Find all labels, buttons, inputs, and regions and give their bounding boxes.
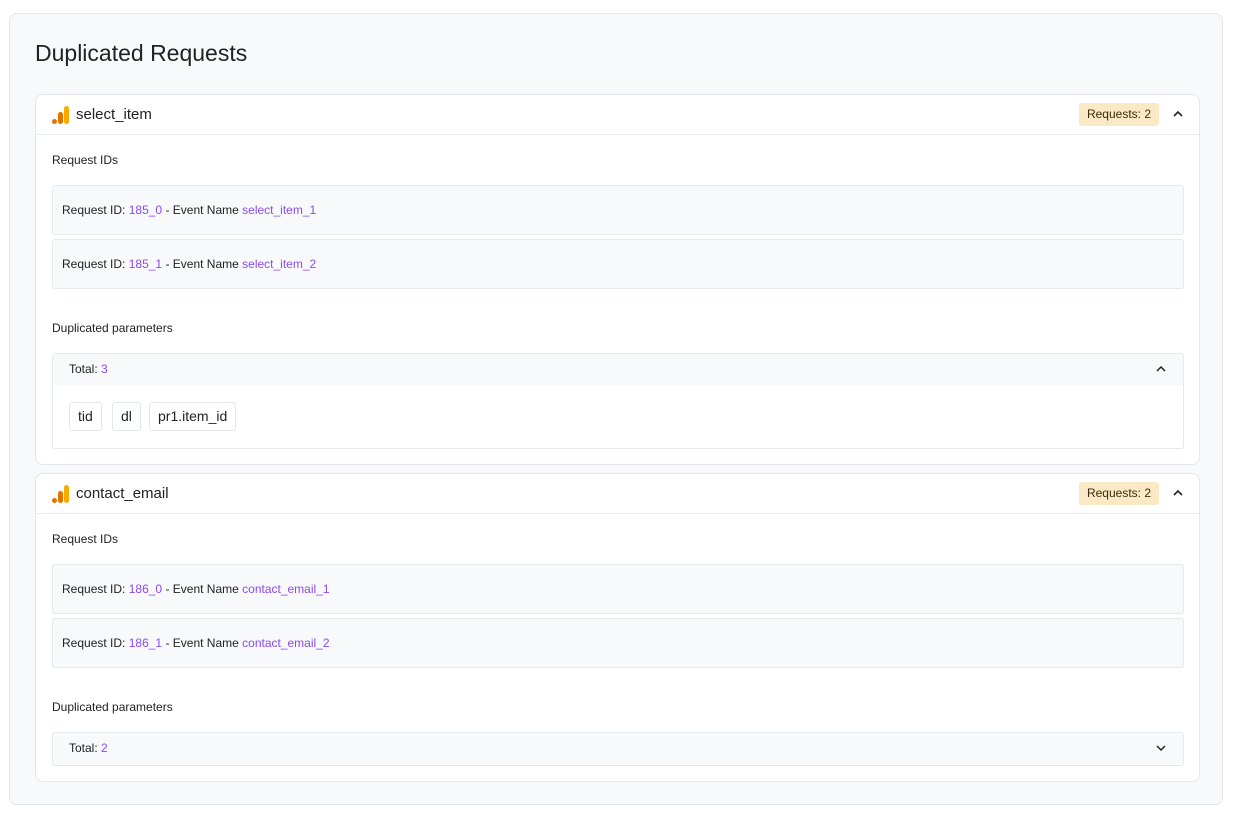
request-id-prefix: Request ID: <box>62 203 126 217</box>
chevron-up-icon[interactable] <box>1171 107 1185 121</box>
event-name-link[interactable]: contact_email_1 <box>242 582 329 596</box>
event-name-separator: - Event Name <box>165 636 239 650</box>
event-card-header[interactable]: select_item Requests: 2 <box>36 95 1199 135</box>
chevron-up-icon[interactable] <box>1155 363 1167 375</box>
request-id-prefix: Request ID: <box>62 582 126 596</box>
request-id-link[interactable]: 186_0 <box>129 582 162 596</box>
request-id-link[interactable]: 185_1 <box>129 257 162 271</box>
event-card-select-item: select_item Requests: 2 Request IDs Requ… <box>35 94 1200 465</box>
event-title: select_item <box>76 106 152 123</box>
params-total-header[interactable]: Total: 3 <box>53 354 1183 385</box>
event-card-header[interactable]: contact_email Requests: 2 <box>36 474 1199 514</box>
duplicated-parameters-box: Total: 2 <box>52 732 1184 766</box>
google-analytics-icon <box>52 106 69 124</box>
event-name-link[interactable]: select_item_1 <box>242 203 316 217</box>
total-label: Total: <box>69 362 98 376</box>
event-name-separator: - Event Name <box>165 257 239 271</box>
requests-count-badge: Requests: 2 <box>1078 103 1159 126</box>
request-ids-label: Request IDs <box>52 532 119 546</box>
event-name-link[interactable]: contact_email_2 <box>242 636 329 650</box>
chevron-down-icon[interactable] <box>1155 742 1167 754</box>
duplicated-parameters-label: Duplicated parameters <box>52 321 173 335</box>
request-ids-label: Request IDs <box>52 153 119 167</box>
param-chip: tid <box>69 402 102 431</box>
params-total-header[interactable]: Total: 2 <box>53 733 1183 764</box>
total-count: 3 <box>101 362 108 376</box>
duplicated-parameters-label: Duplicated parameters <box>52 700 173 714</box>
event-name-separator: - Event Name <box>165 582 239 596</box>
page-title: Duplicated Requests <box>35 40 248 66</box>
event-title: contact_email <box>76 485 169 502</box>
param-chip: pr1.item_id <box>149 402 237 431</box>
chevron-up-icon[interactable] <box>1171 486 1185 500</box>
request-id-link[interactable]: 185_0 <box>129 203 162 217</box>
duplicated-requests-panel: Duplicated Requests select_item Requests… <box>9 13 1223 805</box>
request-id-link[interactable]: 186_1 <box>129 636 162 650</box>
request-id-prefix: Request ID: <box>62 636 126 650</box>
duplicated-parameters-box: Total: 3 tid dl pr1.item_id <box>52 353 1184 449</box>
request-row: Request ID: 186_1 - Event Name contact_e… <box>52 618 1184 668</box>
event-name-separator: - Event Name <box>165 203 239 217</box>
google-analytics-icon <box>52 485 69 503</box>
requests-count-badge: Requests: 2 <box>1078 482 1159 505</box>
event-name-link[interactable]: select_item_2 <box>242 257 316 271</box>
param-chip: dl <box>112 402 141 431</box>
total-label: Total: <box>69 741 98 755</box>
event-card-contact-email: contact_email Requests: 2 Request IDs Re… <box>35 473 1200 782</box>
total-count: 2 <box>101 741 108 755</box>
request-row: Request ID: 185_0 - Event Name select_it… <box>52 185 1184 235</box>
request-id-prefix: Request ID: <box>62 257 126 271</box>
request-row: Request ID: 186_0 - Event Name contact_e… <box>52 564 1184 614</box>
request-row: Request ID: 185_1 - Event Name select_it… <box>52 239 1184 289</box>
